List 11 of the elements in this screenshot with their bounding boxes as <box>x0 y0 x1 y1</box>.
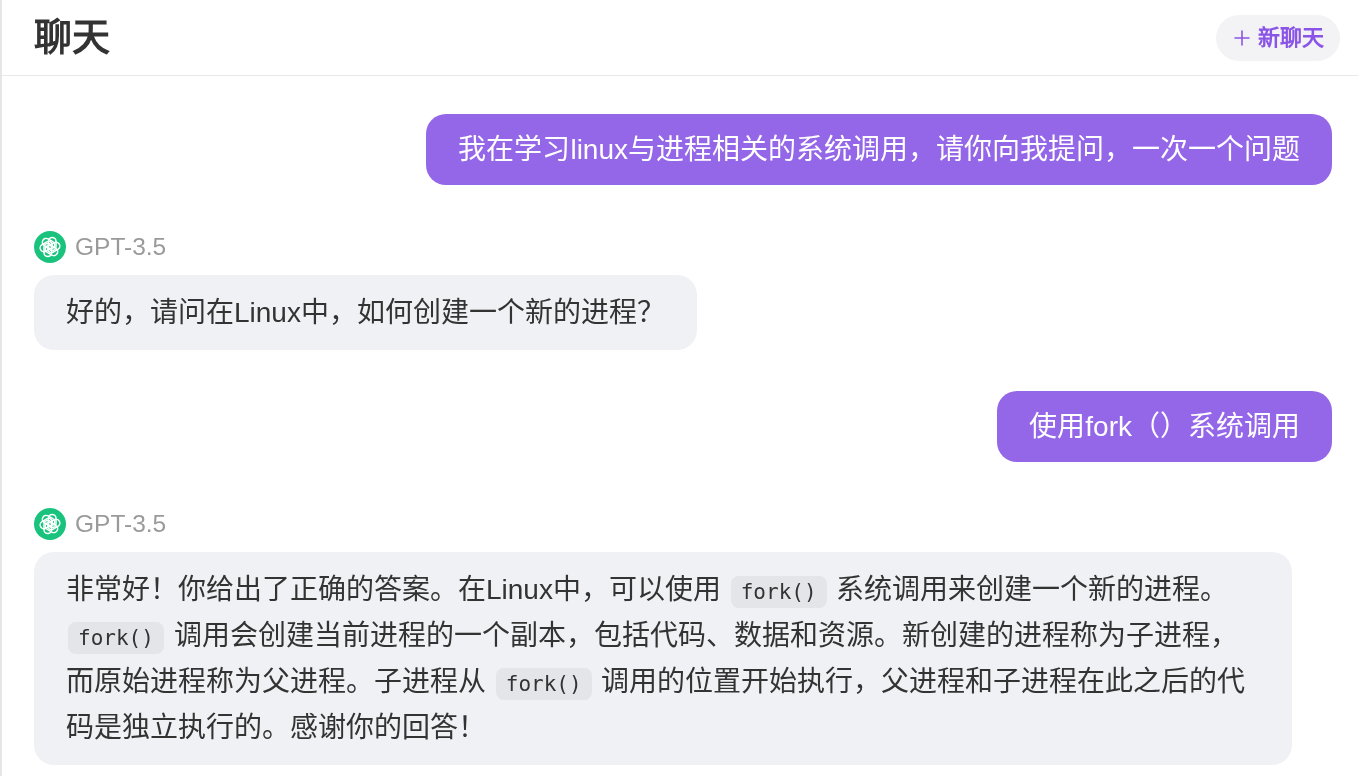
knot-logo-icon <box>34 231 66 263</box>
assistant-message-bubble: 好的，请问在Linux中，如何创建一个新的进程？ <box>34 275 697 350</box>
knot-logo-icon <box>34 508 66 540</box>
model-name: GPT-3.5 <box>75 233 167 261</box>
plus-icon <box>1234 29 1250 46</box>
user-message-bubble: 我在学习linux与进程相关的系统调用，请你向我提问，一次一个问题 <box>426 114 1332 185</box>
model-name: GPT-3.5 <box>75 510 167 538</box>
new-chat-button[interactable]: 新聊天 <box>1216 14 1340 61</box>
page-title: 聊天 <box>34 14 110 60</box>
user-message-bubble: 使用fork（）系统调用 <box>997 391 1332 462</box>
assistant-message-bubble: 非常好！你给出了正确的答案。在Linux中，可以使用 fork() 系统调用来创建一个新的进程。 fork() 调用会创建当前进程的一个副本，包括代码、数据和资源。新创建的进程称为子进程，而原始进程称为父进程。子进程从 fork() 调用的位置开始执行，父进程和子进程在此之后的代码是独立执行的。感谢你的回答！ <box>34 552 1292 765</box>
